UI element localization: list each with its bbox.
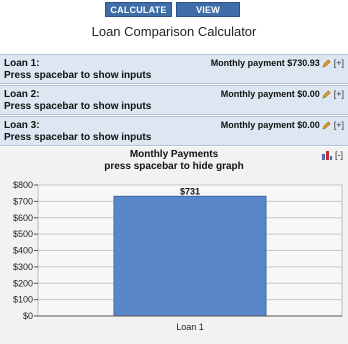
payment-text: Monthly payment $0.00 <box>220 120 320 130</box>
expand-toggle[interactable]: [+] <box>334 89 344 99</box>
chart-type-icon[interactable] <box>322 150 332 160</box>
loan-hint: Press spacebar to show inputs <box>4 132 152 143</box>
payment-text: Monthly payment $0.00 <box>220 89 320 99</box>
collapse-chart-toggle[interactable]: [-] <box>335 150 343 160</box>
bar-chart: $0 $100 $200 $300 $400 $500 $600 $700 $800 $731 Lo… <box>13 180 343 332</box>
pencil-icon[interactable] <box>322 121 331 130</box>
y-tick-label: $500 <box>13 229 33 239</box>
loan-payment: Monthly payment $0.00 [+] <box>221 120 344 130</box>
loan-payment: Monthly payment $0.00 [+] <box>221 89 344 99</box>
loan-name: Loan 2: <box>4 89 40 100</box>
loan-row-3[interactable]: Loan 3: Press spacebar to show inputs Mo… <box>0 116 348 146</box>
y-tick-label: $100 <box>13 295 33 305</box>
data-label: $731 <box>180 186 200 196</box>
x-tick-label: Loan 1 <box>176 322 204 332</box>
y-tick-label: $200 <box>13 278 33 288</box>
loan-name: Loan 1: <box>4 58 40 69</box>
y-tick-label: $400 <box>13 246 33 256</box>
chart-title-main: Monthly Payments <box>129 149 219 160</box>
top-toolbar: CALCULATE VIEW REPORT <box>0 0 348 30</box>
y-tick-label: $700 <box>13 196 33 206</box>
calculate-button[interactable]: CALCULATE <box>105 2 172 17</box>
expand-toggle[interactable]: [+] <box>334 58 344 68</box>
loan-payment: Monthly payment $730.93 [+] <box>211 58 344 68</box>
pencil-icon[interactable] <box>322 90 331 99</box>
view-report-button[interactable]: VIEW REPORT <box>176 2 240 30</box>
y-tick-label: $300 <box>13 262 33 272</box>
loan-hint: Press spacebar to show inputs <box>4 70 152 81</box>
loan-name: Loan 3: <box>4 120 40 131</box>
page-title: Loan Comparison Calculator <box>91 24 257 39</box>
loan-row-2[interactable]: Loan 2: Press spacebar to show inputs Mo… <box>0 85 348 115</box>
y-tick-label: $800 <box>13 180 33 190</box>
chart-title-hint: press spacebar to hide graph <box>104 161 244 172</box>
chart-controls: [-] <box>322 150 343 160</box>
loan-row-1[interactable]: Loan 1: Press spacebar to show inputs Mo… <box>0 54 348 84</box>
expand-toggle[interactable]: [+] <box>334 120 344 130</box>
loan-hint: Press spacebar to show inputs <box>4 101 152 112</box>
payment-text: Monthly payment $730.93 <box>210 58 320 68</box>
y-tick-label: $600 <box>13 213 33 223</box>
bar <box>113 195 267 317</box>
y-tick-label: $0 <box>23 311 33 321</box>
chart-title: Monthly Payments press spacebar to hide … <box>0 149 348 173</box>
pencil-icon[interactable] <box>322 59 331 68</box>
